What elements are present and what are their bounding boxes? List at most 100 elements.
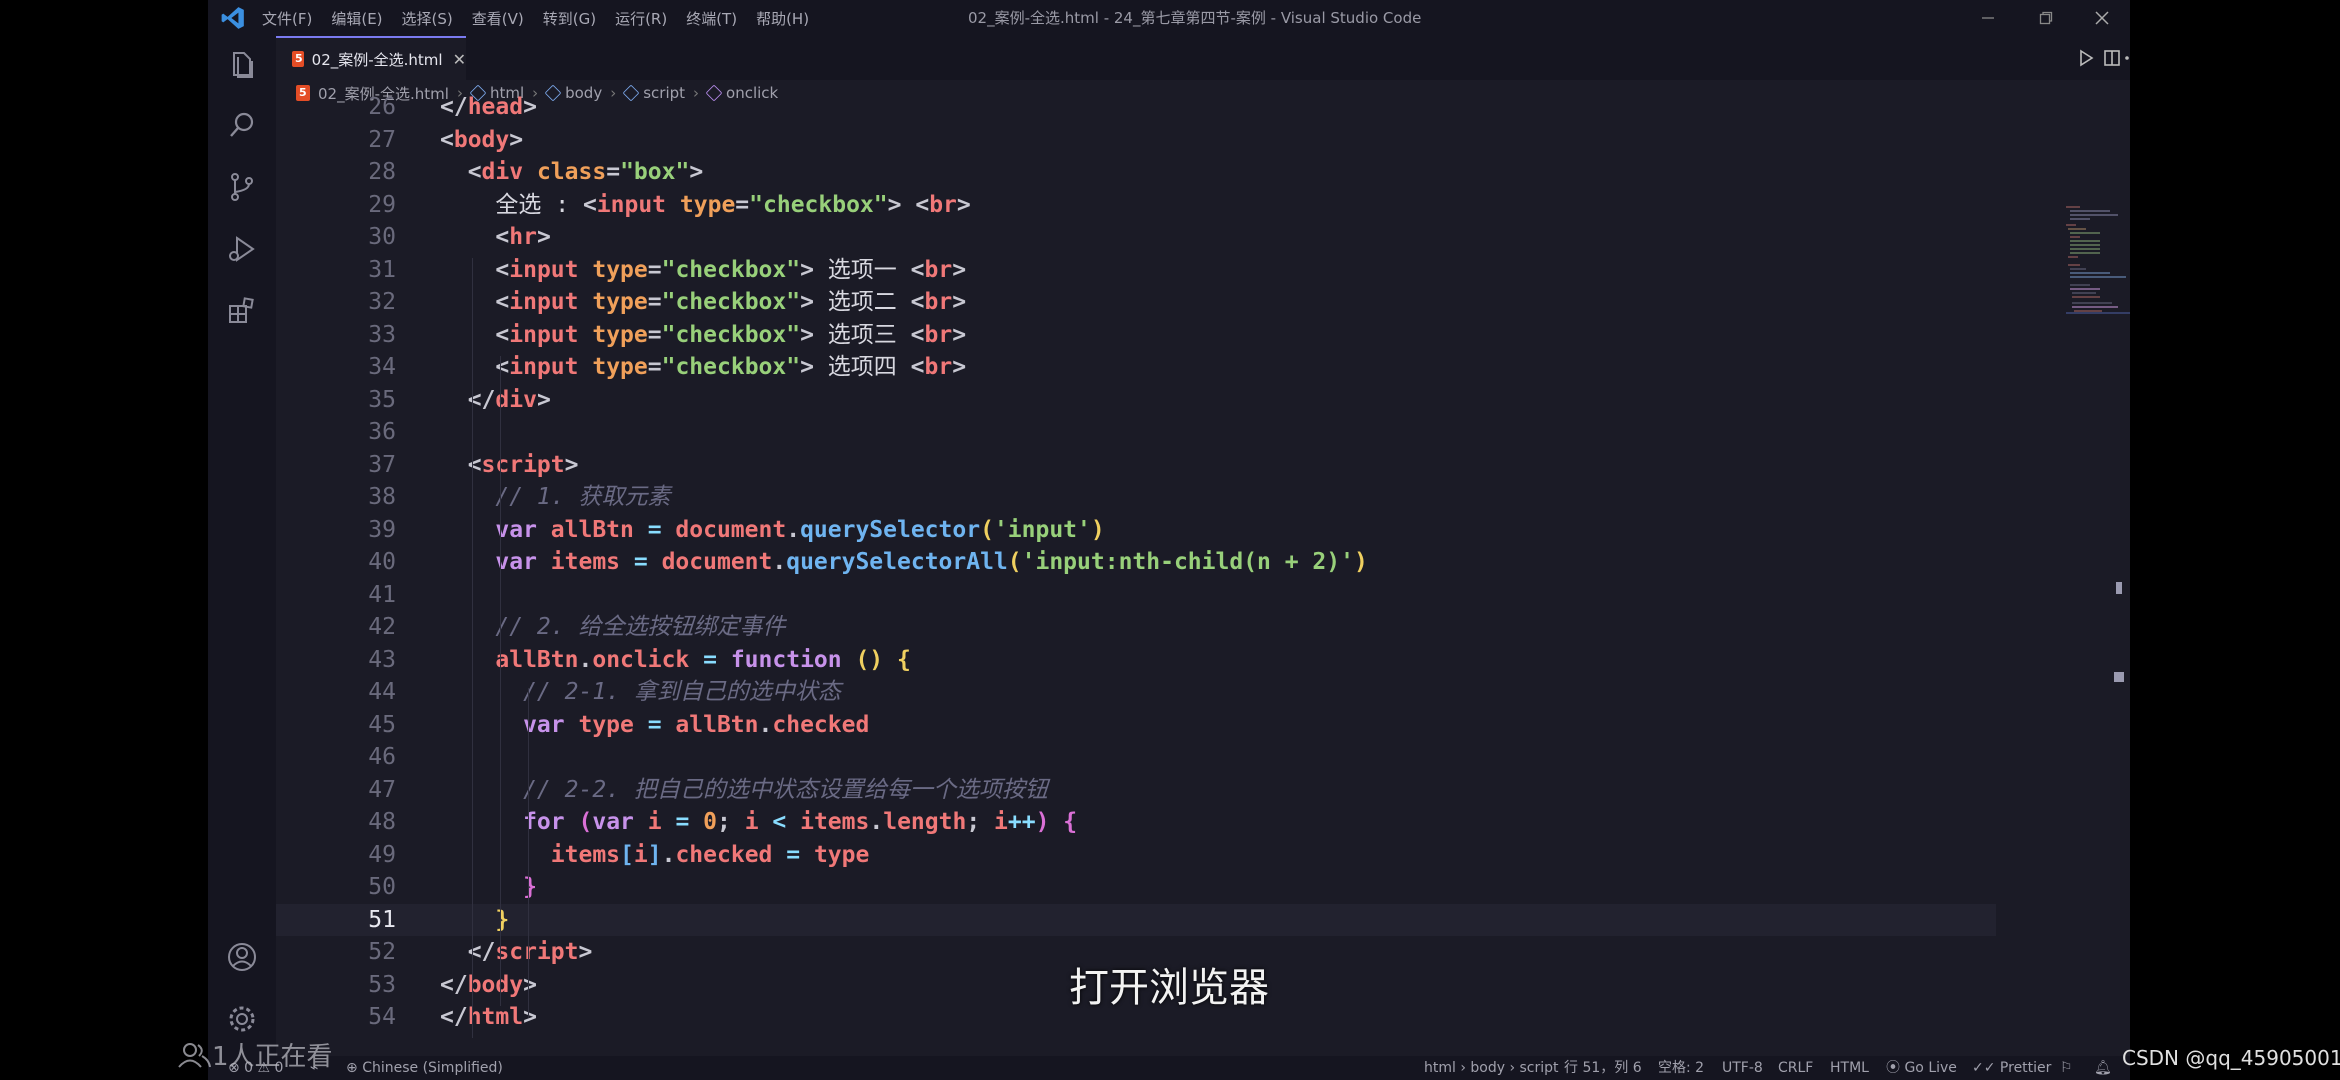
- language-mode[interactable]: HTML: [1830, 1056, 1869, 1080]
- indent-guide: [500, 356, 501, 1006]
- code-line[interactable]: 35 </div>: [276, 384, 1996, 417]
- code-text: allBtn.onclick = function () {: [440, 644, 910, 677]
- code-line[interactable]: 29 全选 : <input type="checkbox"> <br>: [276, 189, 1996, 222]
- code-token: =: [647, 289, 662, 315]
- code-token: >: [800, 321, 814, 348]
- line-number: 44: [368, 679, 396, 705]
- code-line[interactable]: 42 // 2. 给全选按钮绑定事件: [276, 611, 1996, 644]
- line-number: 34: [368, 354, 396, 380]
- code-token: <: [440, 451, 482, 478]
- code-line[interactable]: 49 items[i].checked = type: [276, 839, 1996, 872]
- code-token: =: [620, 549, 662, 575]
- code-line[interactable]: 47 // 2-2. 把自己的选中状态设置给每一个选项按钮: [276, 774, 1996, 807]
- code-text: <input type="checkbox"> 选项四 <br>: [440, 351, 966, 384]
- language-pack-label: Chinese (Simplified): [362, 1060, 503, 1076]
- html5-file-icon: [292, 51, 304, 67]
- code-token: ;: [966, 809, 995, 835]
- code-line[interactable]: 36: [276, 416, 1996, 449]
- code-token: >: [536, 224, 551, 250]
- bell-icon[interactable]: 🔔︎: [2094, 1056, 2112, 1080]
- go-live-button[interactable]: ⦿ Go Live: [1886, 1056, 1957, 1080]
- tab-close-button[interactable]: ✕: [453, 50, 466, 69]
- code-line[interactable]: 39 var allBtn = document.querySelector('…: [276, 514, 1996, 547]
- code-line[interactable]: 46: [276, 741, 1996, 774]
- indent-spaces[interactable]: 空格: 2: [1658, 1056, 1704, 1080]
- code-token: function: [730, 646, 856, 673]
- code-token: type: [813, 841, 870, 868]
- code-line[interactable]: 26 </head>: [276, 91, 1996, 124]
- code-token: br: [924, 321, 953, 348]
- code-line[interactable]: 41: [276, 579, 1996, 612]
- search-icon[interactable]: [225, 108, 259, 142]
- code-line[interactable]: 45 var type = allBtn.checked: [276, 709, 1996, 742]
- code-line[interactable]: 37 <script>: [276, 449, 1996, 482]
- code-token: hr: [509, 224, 537, 250]
- split-editor-button[interactable]: [2098, 44, 2126, 72]
- code-token: class: [536, 159, 607, 185]
- language-pack[interactable]: ⊕ Chinese (Simplified): [346, 1056, 503, 1080]
- scrollbar-thumb[interactable]: [2114, 672, 2124, 682]
- code-line[interactable]: 32 <input type="checkbox"> 选项二 <br>: [276, 286, 1996, 319]
- code-line[interactable]: 50 }: [276, 871, 1996, 904]
- code-text: </head>: [440, 91, 537, 124]
- code-text: // 2-2. 把自己的选中状态设置给每一个选项按钮: [440, 774, 1048, 807]
- code-line[interactable]: 51 }: [276, 903, 1996, 936]
- code-line[interactable]: 44 // 2-1. 拿到自己的选中状态: [276, 676, 1996, 709]
- feedback-icon[interactable]: ⚐: [2060, 1056, 2073, 1080]
- tab-02-case-select-all[interactable]: 02_案例-全选.html ✕: [276, 36, 466, 80]
- code-token: // 2. 给全选按钮绑定事件: [440, 614, 786, 640]
- code-editor[interactable]: 26 </head> 27 <body> 28 <div class="box"> 29 …: [276, 94, 2130, 1060]
- code-line[interactable]: 40 var items = document.querySelectorAll…: [276, 546, 1996, 579]
- scrollbar-marker[interactable]: [2116, 582, 2122, 594]
- code-token: "checkbox": [661, 354, 801, 380]
- extensions-icon[interactable]: [225, 294, 259, 328]
- cursor-position[interactable]: 行 51，列 6: [1564, 1056, 1642, 1080]
- close-window-button[interactable]: [2074, 0, 2130, 36]
- code-token: >: [800, 256, 814, 283]
- code-text: <input type="checkbox"> 选项二 <br>: [440, 286, 966, 319]
- code-token: .: [786, 516, 801, 543]
- code-text: <input type="checkbox"> 选项三 <br>: [440, 319, 966, 352]
- code-token: <: [440, 256, 510, 283]
- code-line[interactable]: 30 <hr>: [276, 221, 1996, 254]
- more-actions-button[interactable]: [2124, 44, 2130, 72]
- run-debug-icon[interactable]: [225, 232, 259, 266]
- code-line[interactable]: 34 <input type="checkbox"> 选项四 <br>: [276, 351, 1996, 384]
- code-line[interactable]: 48 for (var i = 0; i < items.length; i++…: [276, 806, 1996, 839]
- code-line[interactable]: 38 // 1. 获取元素: [276, 481, 1996, 514]
- file-encoding[interactable]: UTF-8: [1722, 1056, 1763, 1080]
- end-of-line[interactable]: CRLF: [1778, 1056, 1813, 1080]
- code-token: 选项四: [813, 354, 911, 380]
- menu-edit[interactable]: 编辑(E): [331, 8, 382, 29]
- menu-file[interactable]: 文件(F): [262, 8, 312, 29]
- restore-button[interactable]: [2018, 0, 2074, 36]
- status-path[interactable]: html › body › script: [1424, 1056, 1559, 1080]
- code-text: // 2. 给全选按钮绑定事件: [440, 611, 785, 644]
- menu-terminal[interactable]: 终端(T): [686, 8, 737, 29]
- menu-view[interactable]: 查看(V): [472, 8, 524, 29]
- prettier-button[interactable]: ✓✓ Prettier: [1972, 1056, 2051, 1080]
- menu-help[interactable]: 帮助(H): [756, 8, 809, 29]
- menu-selection[interactable]: 选择(S): [402, 8, 453, 29]
- run-file-button[interactable]: [2072, 44, 2100, 72]
- minimize-button[interactable]: [1960, 0, 2016, 36]
- code-line[interactable]: 33 <input type="checkbox"> 选项三 <br>: [276, 319, 1996, 352]
- minimap[interactable]: [2066, 206, 2130, 316]
- menu-run[interactable]: 运行(R): [615, 8, 667, 29]
- code-token: >: [689, 159, 704, 185]
- code-token: for: [440, 809, 579, 835]
- code-token: "box": [620, 159, 690, 185]
- code-token: i: [744, 809, 759, 835]
- code-token: "checkbox": [749, 191, 888, 218]
- code-line[interactable]: 31 <input type="checkbox"> 选项一 <br>: [276, 254, 1996, 287]
- status-bar: ⊗ 0 ⚠ 0 ⌁ ⊕ Chinese (Simplified) html › …: [208, 1056, 2130, 1080]
- source-control-icon[interactable]: [225, 170, 259, 204]
- line-number: 26: [368, 94, 396, 120]
- code-line[interactable]: 28 <div class="box">: [276, 156, 1996, 189]
- code-line[interactable]: 27 <body>: [276, 124, 1996, 157]
- explorer-files-icon[interactable]: [225, 48, 259, 82]
- menu-go[interactable]: 转到(G): [543, 8, 596, 29]
- code-token: .: [869, 809, 884, 835]
- code-line[interactable]: 43 allBtn.onclick = function () {: [276, 644, 1996, 677]
